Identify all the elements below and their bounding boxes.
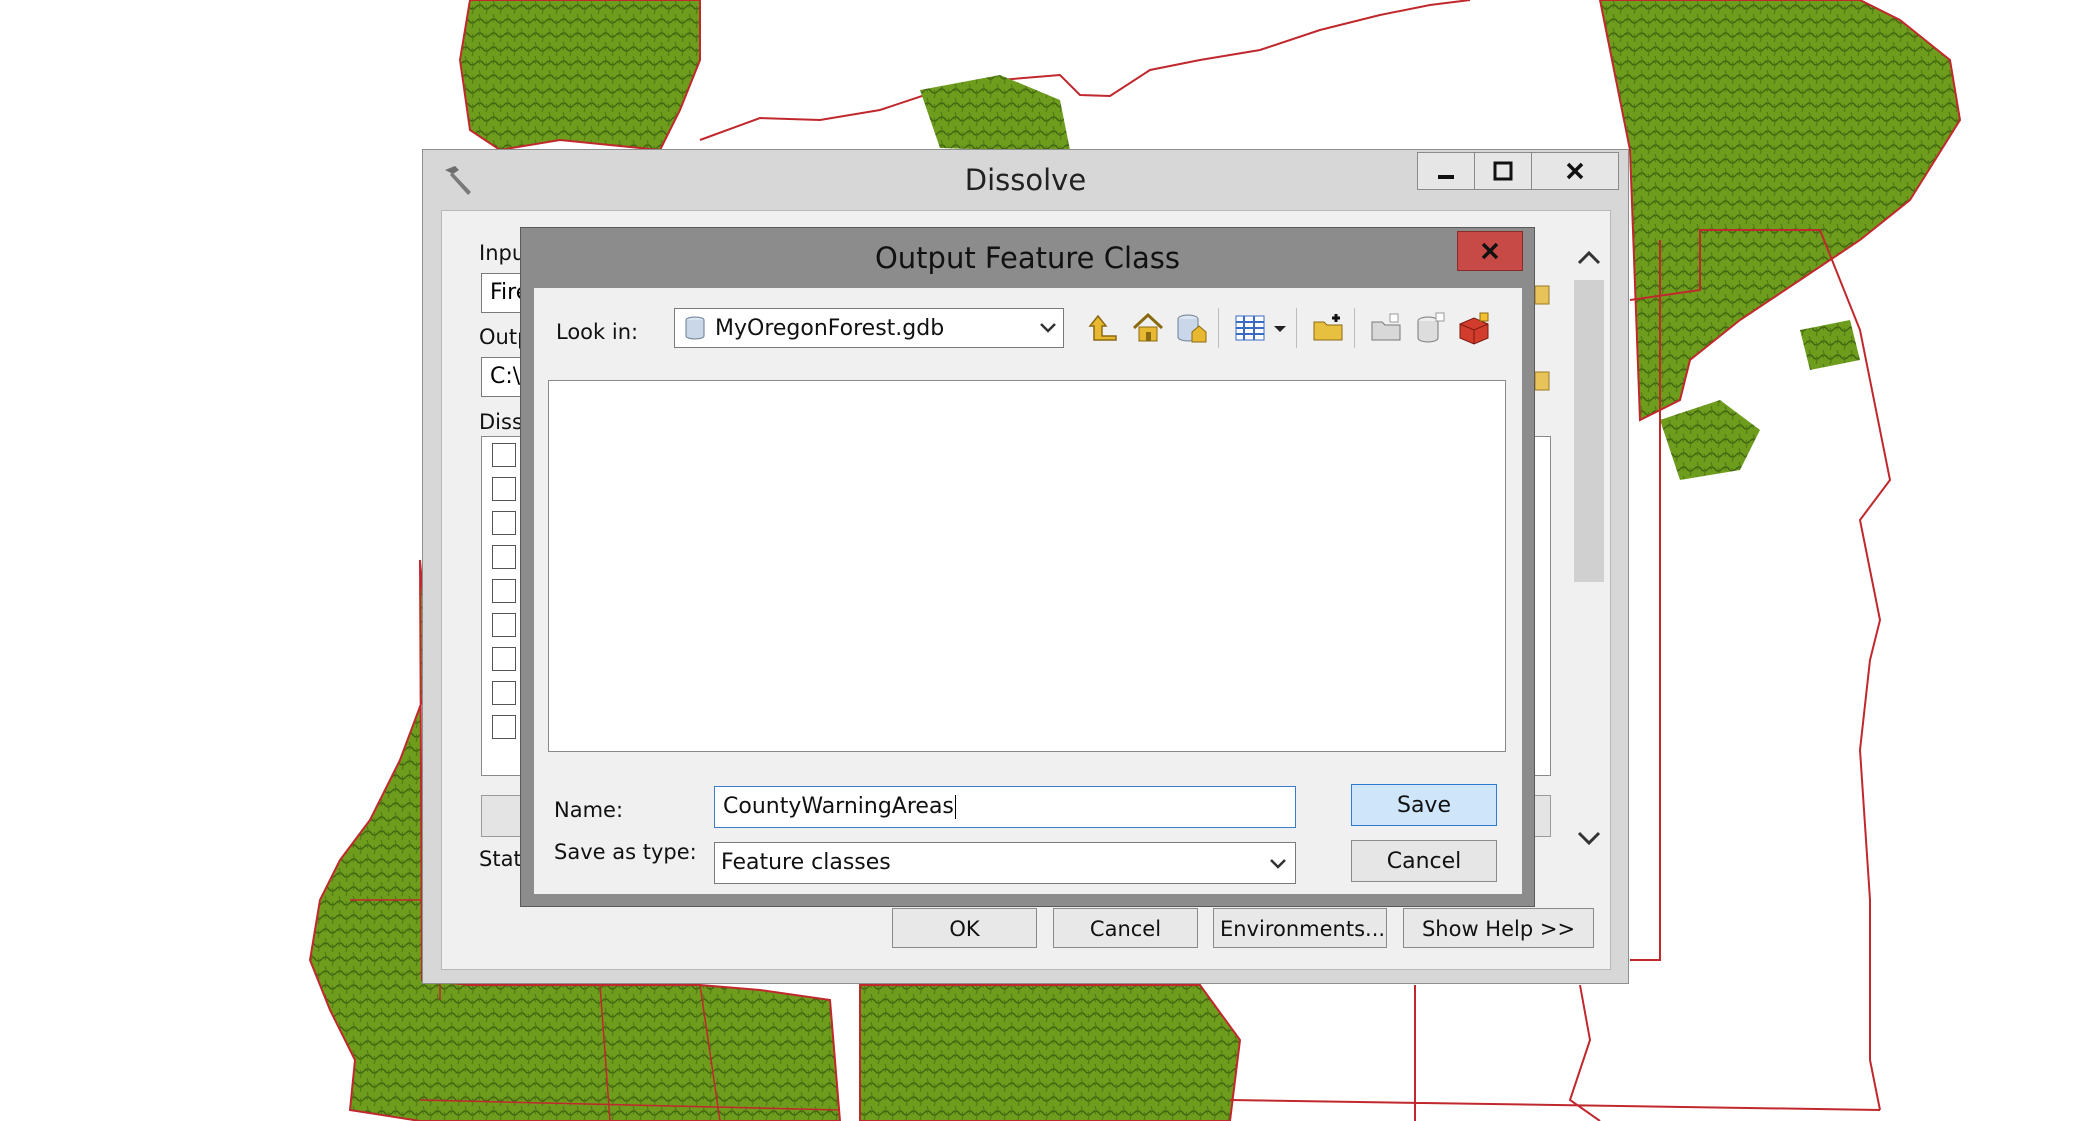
browse-input-folder-icon[interactable]	[1535, 278, 1557, 310]
view-dropdown-icon[interactable]	[1270, 310, 1290, 346]
show-help-button[interactable]: Show Help >>	[1403, 908, 1594, 948]
browse-output-folder-icon[interactable]	[1535, 364, 1557, 396]
toolbar-separator	[1296, 308, 1297, 348]
input-features-label: Input Features	[479, 241, 525, 265]
minimize-button[interactable]	[1417, 152, 1475, 190]
dissolve-field-checkbox[interactable]	[492, 579, 516, 603]
chevron-down-icon	[1040, 323, 1056, 333]
close-icon	[1566, 162, 1584, 180]
forest-northeast	[1598, 0, 1962, 422]
new-geodatabase-icon[interactable]	[1412, 310, 1448, 346]
forest-northwest	[458, 0, 701, 152]
new-toolbox-icon[interactable]	[1456, 310, 1492, 346]
close-icon	[1481, 242, 1499, 260]
unselect-all-button-edge[interactable]	[1535, 795, 1551, 837]
save-as-type-value: Feature classes	[721, 850, 891, 875]
toolbar-separator	[1354, 308, 1355, 348]
minimize-icon	[1438, 175, 1454, 179]
text-caret	[954, 795, 956, 819]
dissolve-fields-list-edge	[1535, 436, 1551, 776]
cancel-button[interactable]: Cancel	[1053, 908, 1198, 948]
look-in-value: MyOregonForest.gdb	[715, 315, 945, 341]
scroll-up-arrow[interactable]	[1572, 240, 1606, 274]
save-as-type-label: Save as type:	[554, 840, 697, 864]
look-in-dropdown[interactable]: MyOregonForest.gdb	[674, 308, 1064, 348]
view-details-icon[interactable]	[1232, 310, 1268, 346]
connect-folder-icon[interactable]	[1310, 310, 1346, 346]
forest-east-patch-1	[1660, 400, 1760, 480]
maximize-button[interactable]	[1474, 152, 1532, 190]
output-feature-class-label: Output Feature Class	[479, 325, 525, 349]
chevron-down-icon	[1270, 859, 1286, 869]
ok-button[interactable]: OK	[892, 908, 1037, 948]
home-icon[interactable]	[1130, 310, 1166, 346]
look-in-label: Look in:	[556, 320, 639, 344]
dialog-title: Output Feature Class	[874, 241, 1181, 275]
dissolve-field-checkbox[interactable]	[492, 477, 516, 501]
geodatabase-icon	[685, 316, 705, 340]
state-boundary-north	[699, 0, 1471, 141]
dialog-cancel-button[interactable]: Cancel	[1351, 840, 1497, 882]
name-input-value: CountyWarningAreas	[723, 794, 954, 819]
file-list-area[interactable]	[548, 380, 1506, 752]
dissolve-field-checkbox[interactable]	[492, 511, 516, 535]
dialog-body: Look in: MyOregonForest.gdb Name: County…	[534, 288, 1522, 894]
chevron-up-icon	[1577, 250, 1601, 265]
dissolve-field-checkbox[interactable]	[492, 443, 516, 467]
forest-north-central	[920, 75, 1070, 150]
dissolve-field-checkbox[interactable]	[492, 545, 516, 569]
name-input[interactable]: CountyWarningAreas	[714, 786, 1296, 828]
dissolve-field-checkbox[interactable]	[492, 613, 516, 637]
save-button[interactable]: Save	[1351, 784, 1497, 826]
forest-south	[859, 984, 1242, 1121]
scroll-down-arrow[interactable]	[1572, 822, 1606, 856]
dissolve-field-checkbox[interactable]	[492, 681, 516, 705]
vertical-scrollbar-thumb[interactable]	[1574, 280, 1604, 582]
dissolve-field-checkbox[interactable]	[492, 647, 516, 671]
up-one-level-icon[interactable]	[1086, 310, 1122, 346]
output-feature-class-dialog: Output Feature Class Look in: MyOregonFo…	[520, 227, 1535, 907]
environments-button[interactable]: Environments...	[1213, 908, 1387, 948]
default-geodatabase-icon[interactable]	[1172, 310, 1208, 346]
statistics-fields-label: Statistics Field(s)	[479, 847, 525, 871]
save-as-type-dropdown[interactable]: Feature classes	[714, 842, 1296, 884]
toolbar-separator	[1218, 308, 1219, 348]
close-button[interactable]	[1531, 152, 1619, 190]
forest-east-patch-2	[1800, 320, 1860, 370]
name-label: Name:	[554, 798, 624, 822]
dialog-close-button[interactable]	[1457, 231, 1523, 271]
new-folder-icon[interactable]	[1368, 310, 1404, 346]
dissolve-field-checkbox[interactable]	[492, 715, 516, 739]
maximize-icon	[1493, 161, 1513, 181]
dissolve-fields-label: Dissolve_Field(s)	[479, 410, 525, 434]
chevron-down-icon	[1577, 831, 1601, 846]
